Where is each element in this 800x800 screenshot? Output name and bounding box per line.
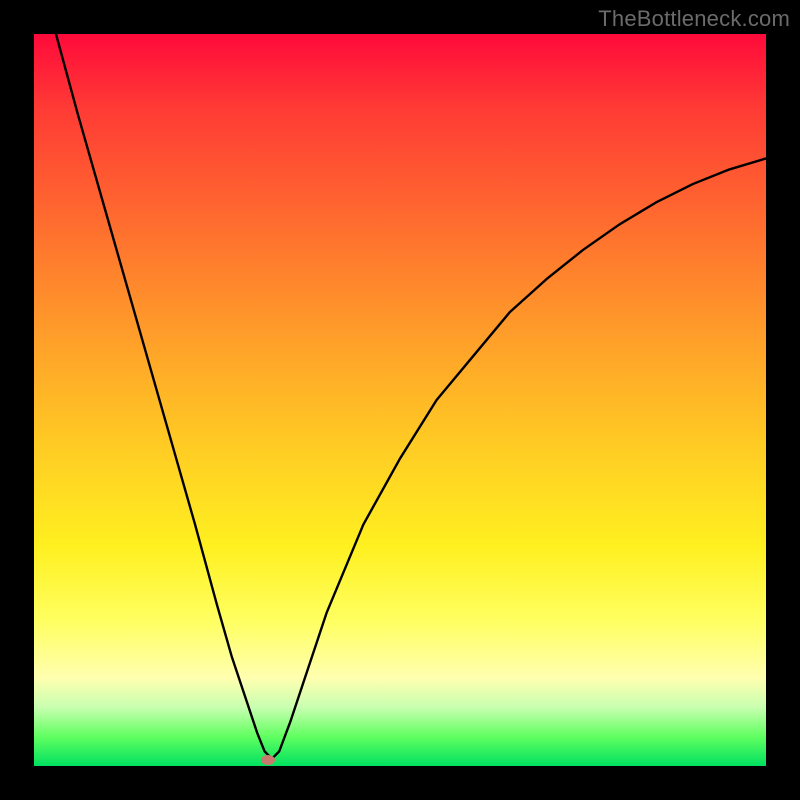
- plot-area: [34, 34, 766, 766]
- chart-frame: TheBottleneck.com: [0, 0, 800, 800]
- optimal-point-marker: [261, 755, 275, 765]
- watermark-text: TheBottleneck.com: [598, 6, 790, 32]
- bottleneck-curve: [34, 34, 766, 766]
